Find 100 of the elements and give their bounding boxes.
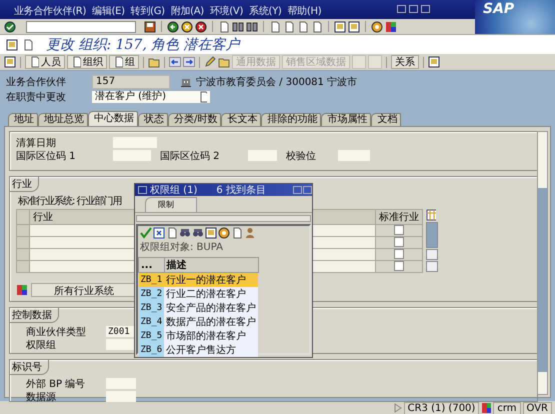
insert-mode[interactable]: OVR bbox=[522, 402, 552, 414]
exit-icon[interactable] bbox=[181, 20, 193, 32]
partner-field[interactable]: 157 bbox=[92, 74, 170, 88]
field-label: 清算日期 bbox=[16, 136, 57, 150]
display-icon[interactable] bbox=[6, 38, 18, 50]
server-name: crm bbox=[493, 402, 521, 414]
help-icon[interactable] bbox=[371, 20, 383, 32]
close-icon[interactable] bbox=[153, 227, 165, 239]
tab[interactable]: 状态 bbox=[138, 113, 168, 126]
column-header[interactable]: ... bbox=[138, 258, 164, 272]
back-icon[interactable] bbox=[167, 20, 179, 32]
sap-logo: SAP bbox=[475, 0, 555, 34]
save-icon[interactable] bbox=[144, 20, 156, 32]
close-icon[interactable] bbox=[420, 3, 431, 15]
table-settings-icon[interactable] bbox=[426, 209, 436, 221]
maximize-icon[interactable] bbox=[408, 3, 419, 15]
toolbar-button[interactable]: 人员 bbox=[25, 55, 65, 69]
code-cell: ZB_5 bbox=[138, 329, 164, 343]
column-header[interactable]: 标准行业 bbox=[376, 210, 422, 224]
object-label: 权限组对象: BUPA bbox=[139, 240, 224, 254]
input-field[interactable] bbox=[248, 150, 277, 161]
menu-item[interactable]: 环境(V) bbox=[210, 4, 244, 18]
all-industry-systems-button[interactable]: 所有行业系统 bbox=[31, 283, 137, 297]
description-cell: 行业一的潜在客户 bbox=[164, 272, 258, 287]
checkbox[interactable] bbox=[394, 225, 404, 236]
scroll-down-button[interactable] bbox=[426, 261, 438, 272]
list-row[interactable]: ZB_4 数据产品的潜在客户 bbox=[138, 315, 258, 329]
tab[interactable]: 地址总览 bbox=[38, 113, 88, 126]
page-icon[interactable] bbox=[71, 56, 81, 68]
toolbar-button[interactable]: 关系 bbox=[391, 55, 419, 69]
field-label: 商业伙伴类型 bbox=[26, 326, 87, 338]
field-label: 数据源 bbox=[26, 390, 57, 404]
input-field[interactable]: Z001 bbox=[106, 326, 136, 337]
column-header[interactable]: 描述 bbox=[164, 258, 258, 272]
code-cell: ZB_4 bbox=[138, 315, 164, 329]
partner-description: 宁波市教育委员会 / 300081 宁波市 bbox=[196, 76, 358, 88]
menu-item[interactable]: 业务合作伙伴(R) bbox=[14, 4, 86, 18]
tab[interactable]: 中心数据 bbox=[88, 111, 138, 126]
list-row[interactable]: ZB_1 行业一的潜在客户 bbox=[138, 272, 258, 287]
group-title: 控制数据 bbox=[10, 308, 59, 323]
window-icon bbox=[137, 184, 147, 196]
minimize-icon[interactable] bbox=[396, 3, 407, 15]
tab[interactable]: 分类/时数 bbox=[168, 113, 222, 126]
description-cell: 数据产品的潜在客户 bbox=[164, 315, 258, 329]
list-row[interactable]: ZB_3 安全产品的潜在客户 bbox=[138, 301, 258, 315]
checkbox[interactable] bbox=[394, 237, 404, 248]
input-field[interactable] bbox=[106, 391, 136, 402]
page-icon[interactable] bbox=[29, 56, 39, 68]
folder-icon[interactable] bbox=[148, 56, 160, 68]
checkbox[interactable] bbox=[394, 249, 404, 260]
page-icon[interactable] bbox=[113, 56, 123, 68]
description-cell: 公开客户售达方 bbox=[164, 343, 258, 357]
help-icon[interactable] bbox=[218, 227, 230, 239]
menu-item[interactable]: 帮助(H) bbox=[287, 4, 322, 18]
code-cell: ZB_3 bbox=[138, 301, 164, 315]
input-field[interactable] bbox=[106, 339, 136, 350]
field-label: 在职责中更改 bbox=[6, 90, 67, 104]
splitter-handle[interactable] bbox=[136, 215, 311, 222]
tab[interactable]: 市场属性 bbox=[321, 113, 372, 126]
menu-item[interactable]: 编辑(E) bbox=[92, 4, 125, 18]
scroll-up-button[interactable] bbox=[426, 249, 438, 260]
tab[interactable]: 排除的功能 bbox=[261, 113, 322, 126]
list-row[interactable]: ZB_6 公开客户售达方 bbox=[138, 343, 258, 357]
check-icon[interactable] bbox=[140, 227, 152, 239]
input-field[interactable] bbox=[106, 378, 136, 389]
forward-icon[interactable] bbox=[183, 56, 195, 68]
tab[interactable]: 长文本 bbox=[221, 113, 262, 126]
tab[interactable]: 文档 bbox=[371, 113, 402, 126]
scrollbar bbox=[426, 222, 438, 248]
menu-item[interactable]: 附加(A) bbox=[170, 4, 204, 18]
field-label: 国际区位码 1 bbox=[16, 150, 77, 162]
layout-icon[interactable] bbox=[385, 20, 397, 32]
menu-item[interactable]: 转到(G) bbox=[130, 4, 165, 18]
person-icon[interactable] bbox=[244, 227, 256, 239]
role-dropdown[interactable]: 潜在客户 (维护) bbox=[92, 90, 210, 102]
tab[interactable]: 地址 bbox=[8, 113, 38, 126]
input-field[interactable] bbox=[113, 137, 157, 148]
checkbox[interactable] bbox=[394, 261, 404, 272]
pencil-icon[interactable] bbox=[204, 56, 216, 68]
close-icon[interactable] bbox=[302, 184, 312, 196]
list-row[interactable]: ZB_2 行业二的潜在客户 bbox=[138, 287, 258, 301]
page-icon[interactable] bbox=[166, 227, 178, 239]
input-field[interactable] bbox=[338, 150, 370, 161]
page-icon[interactable] bbox=[22, 38, 34, 50]
field-label: 标准行业系统: 行业部门用 bbox=[18, 194, 122, 208]
group-title: 行业 bbox=[10, 177, 39, 192]
toolbar-button[interactable]: 组 bbox=[109, 55, 139, 69]
description-cell: 行业二的潜在客户 bbox=[164, 287, 258, 301]
list-row[interactable]: ZB_5 市场部的潜在客户 bbox=[138, 329, 258, 343]
tab[interactable]: 限制 bbox=[145, 197, 197, 212]
field-label: 外部 BP 编号 bbox=[26, 378, 86, 390]
enter-icon[interactable] bbox=[4, 20, 16, 32]
industry-icon[interactable] bbox=[16, 284, 28, 296]
cancel-icon[interactable] bbox=[195, 20, 207, 32]
menu-item[interactable]: 系统(Y) bbox=[249, 4, 282, 18]
maximize-icon[interactable] bbox=[292, 184, 302, 196]
toolbar-button[interactable]: 组织 bbox=[67, 55, 107, 69]
command-field[interactable] bbox=[26, 20, 136, 32]
code-cell: ZB_1 bbox=[138, 272, 164, 287]
input-field[interactable] bbox=[113, 150, 151, 161]
